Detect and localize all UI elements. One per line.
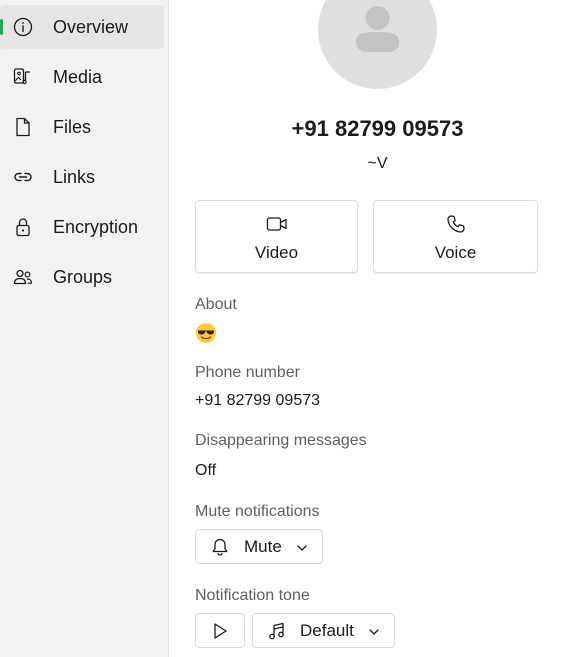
lock-icon <box>12 216 34 238</box>
phone-icon <box>374 213 537 235</box>
active-indicator <box>0 19 3 35</box>
mute-dropdown[interactable]: Mute <box>195 529 323 564</box>
media-icon <box>12 66 34 88</box>
chevron-down-icon <box>368 625 380 637</box>
music-note-icon <box>267 621 287 641</box>
info-icon <box>12 16 34 38</box>
video-call-label: Video <box>254 243 299 262</box>
contact-overview-panel: +91 82799 09573 ~V Video Voice About Pho… <box>170 0 570 657</box>
about-label: About <box>195 296 237 313</box>
sidebar-item-label: Groups <box>53 266 113 287</box>
sidebar-item-groups[interactable]: Groups <box>0 255 164 299</box>
link-icon <box>12 166 34 188</box>
sidebar: Overview Media Files Links Encryption Gr… <box>0 0 169 657</box>
chevron-down-icon <box>296 541 308 553</box>
play-tone-button[interactable] <box>195 613 245 648</box>
notification-tone-label: Notification tone <box>195 587 310 604</box>
sidebar-item-media[interactable]: Media <box>0 55 164 99</box>
sidebar-item-encryption[interactable]: Encryption <box>0 205 164 249</box>
voice-call-button[interactable]: Voice <box>373 200 538 273</box>
contact-phone-title: +91 82799 09573 <box>291 116 464 141</box>
bell-icon <box>210 537 230 557</box>
voice-call-label: Voice <box>434 243 477 262</box>
video-camera-icon <box>196 213 357 235</box>
contact-info-window: Overview Media Files Links Encryption Gr… <box>0 0 570 657</box>
sidebar-item-overview[interactable]: Overview <box>0 5 164 49</box>
disappearing-messages-label: Disappearing messages <box>195 432 367 449</box>
mute-notifications-label: Mute notifications <box>195 503 320 520</box>
sidebar-item-label: Media <box>53 66 103 87</box>
disappearing-messages-value: Off <box>195 462 217 479</box>
phone-number-value: +91 82799 09573 <box>195 392 321 409</box>
sidebar-item-files[interactable]: Files <box>0 105 164 149</box>
people-icon <box>12 266 34 288</box>
sidebar-item-label: Overview <box>53 16 129 37</box>
avatar <box>318 0 437 89</box>
video-call-button[interactable]: Video <box>195 200 358 273</box>
mute-dropdown-label: Mute <box>244 537 282 556</box>
sunglasses-emoji-icon <box>195 322 217 344</box>
sidebar-item-label: Files <box>53 116 92 137</box>
file-icon <box>12 116 34 138</box>
phone-number-label: Phone number <box>195 364 300 381</box>
notification-tone-dropdown[interactable]: Default <box>252 613 395 648</box>
sidebar-item-label: Links <box>53 166 96 187</box>
sidebar-item-links[interactable]: Links <box>0 155 164 199</box>
sidebar-item-label: Encryption <box>53 216 139 237</box>
notification-tone-selected: Default <box>300 621 354 640</box>
contact-display-name: ~V <box>367 155 388 172</box>
play-icon <box>210 621 230 641</box>
default-avatar-icon <box>356 6 399 52</box>
